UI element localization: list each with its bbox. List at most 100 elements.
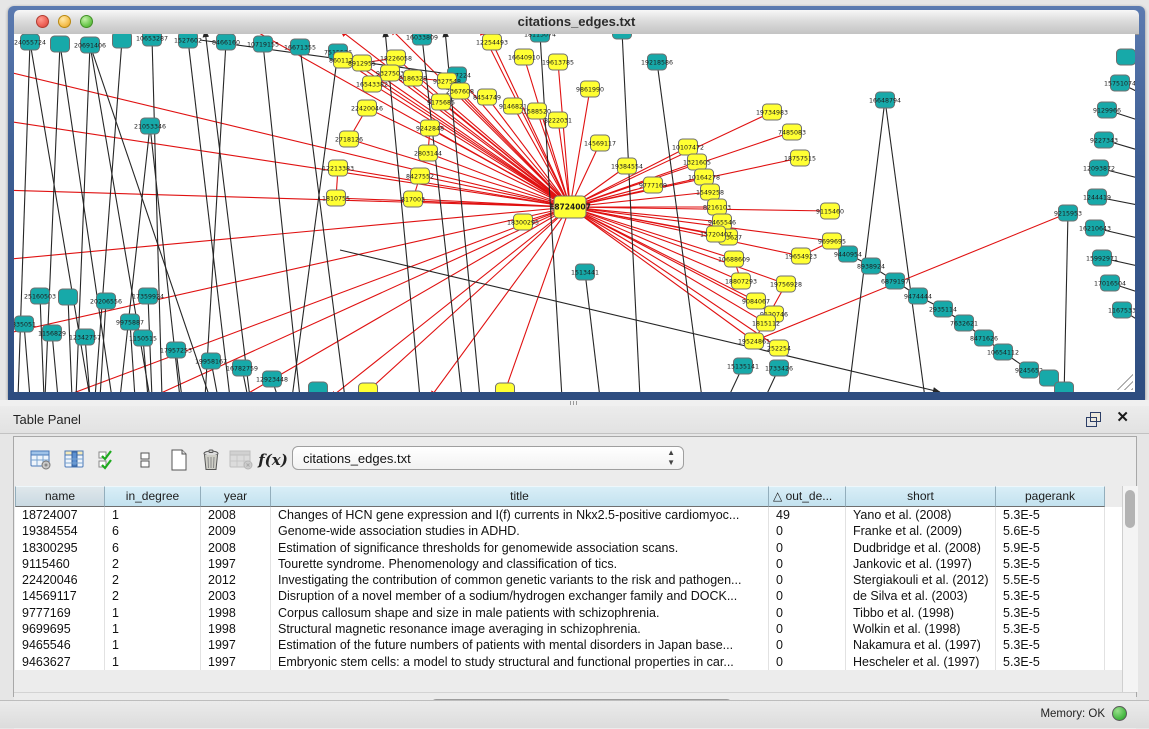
graph-node[interactable]: 10164278 bbox=[688, 169, 720, 185]
graph-node[interactable]: 20206556 bbox=[90, 293, 122, 309]
row-select-icon[interactable] bbox=[95, 447, 121, 473]
graph-node[interactable] bbox=[51, 36, 70, 52]
column-header-short[interactable]: short bbox=[846, 486, 996, 507]
graph-node[interactable]: 835051 bbox=[14, 316, 36, 332]
graph-node[interactable]: 20691406 bbox=[74, 37, 106, 53]
graph-node[interactable] bbox=[359, 383, 378, 392]
column-header-out_de[interactable]: △ out_de... bbox=[769, 486, 846, 507]
graph-node[interactable]: 8454749 bbox=[473, 89, 501, 105]
graph-node[interactable]: 9227343 bbox=[1090, 132, 1118, 148]
graph-node[interactable]: 18757515 bbox=[784, 150, 816, 166]
graph-node[interactable]: 19384554 bbox=[611, 158, 643, 174]
graph-node[interactable]: 21053346 bbox=[134, 118, 166, 134]
graph-node[interactable] bbox=[496, 383, 515, 392]
graph-node[interactable]: 14569117 bbox=[584, 135, 616, 151]
table-settings-icon[interactable] bbox=[28, 447, 54, 473]
graph-node[interactable]: 9245652 bbox=[1015, 362, 1043, 378]
split-pane-handle-icon[interactable] bbox=[570, 401, 579, 405]
graph-node[interactable]: 18113074 bbox=[524, 34, 556, 42]
graph-node[interactable]: 1150515 bbox=[129, 330, 157, 346]
column-header-year[interactable]: year bbox=[201, 486, 271, 507]
graph-node[interactable]: 16640910 bbox=[508, 49, 540, 65]
graph-node[interactable]: 18807293 bbox=[725, 273, 757, 289]
graph-node[interactable]: 15992971 bbox=[1086, 250, 1118, 266]
function-builder-icon[interactable]: f(x) bbox=[260, 447, 286, 473]
graph-node[interactable] bbox=[309, 382, 328, 392]
table-row[interactable]: 1456911722003Disruption of a novel membe… bbox=[15, 588, 1122, 604]
graph-node[interactable]: 10653287 bbox=[136, 34, 168, 46]
graph-node[interactable] bbox=[1117, 49, 1136, 65]
graph-node[interactable]: 15135141 bbox=[727, 358, 759, 374]
graph-node[interactable]: 10688609 bbox=[718, 251, 750, 267]
graph-node[interactable] bbox=[1055, 382, 1074, 392]
graph-node[interactable]: 19613785 bbox=[542, 54, 574, 70]
graph-node[interactable]: 817003 bbox=[401, 191, 425, 207]
column-visibility-icon[interactable] bbox=[62, 447, 88, 473]
graph-node[interactable]: 1527602 bbox=[174, 34, 202, 48]
graph-node[interactable]: 16648794 bbox=[869, 92, 901, 108]
graph-node[interactable]: 17016504 bbox=[1094, 275, 1126, 291]
table-row[interactable]: 1938455462009Genome-wide association stu… bbox=[15, 523, 1122, 539]
graph-node[interactable]: 24055724 bbox=[14, 34, 46, 50]
graph-node[interactable]: 8427552 bbox=[406, 168, 434, 184]
graph-node[interactable]: 18724007 bbox=[549, 196, 591, 218]
graph-node[interactable]: 12093872 bbox=[1083, 160, 1115, 176]
table-row[interactable]: 1872400712008Changes of HCN gene express… bbox=[15, 507, 1122, 523]
graph-node[interactable] bbox=[59, 289, 78, 305]
graph-node[interactable]: 17957253 bbox=[160, 342, 192, 358]
graph-node[interactable]: 1810755 bbox=[322, 190, 350, 206]
table-row[interactable]: 946554611997Estimation of the future num… bbox=[15, 637, 1122, 653]
graph-node[interactable]: 16782759 bbox=[226, 360, 258, 376]
graph-node[interactable]: 8466160 bbox=[212, 34, 240, 50]
graph-node[interactable]: 9975887 bbox=[116, 314, 144, 330]
table-row[interactable]: 977716911998Corpus callosum shape and si… bbox=[15, 605, 1122, 621]
graph-node[interactable]: 12254493 bbox=[476, 34, 508, 50]
scrollbar-thumb[interactable] bbox=[1125, 490, 1135, 528]
graph-node[interactable]: 16033809 bbox=[406, 34, 438, 45]
graph-node[interactable]: 16210643 bbox=[1079, 220, 1111, 236]
graph-node[interactable]: 8471626 bbox=[970, 330, 998, 346]
graph-node[interactable]: 18226058 bbox=[380, 50, 412, 66]
table-row[interactable]: 969969511998Structural magnetic resonanc… bbox=[15, 621, 1122, 637]
column-header-title[interactable]: title bbox=[271, 486, 769, 507]
graph-node[interactable]: 9115460 bbox=[816, 203, 844, 219]
table-row[interactable]: 911546021997Tourette syndrome. Phenomeno… bbox=[15, 556, 1122, 572]
graph-node[interactable]: 12342757 bbox=[69, 329, 101, 345]
graph-node[interactable]: 1167533 bbox=[1108, 302, 1135, 318]
graph-node[interactable]: 9861990 bbox=[576, 81, 604, 97]
graph-node[interactable]: 7485083 bbox=[778, 124, 806, 140]
vertical-scrollbar[interactable] bbox=[1122, 486, 1138, 692]
graph-node[interactable]: 19756928 bbox=[770, 276, 802, 292]
citation-network-graph[interactable]: 24055724 20691406 10653287 1527602 8466160 10… bbox=[14, 34, 1135, 392]
graph-node[interactable]: 19524861 bbox=[738, 333, 770, 349]
close-panel-icon[interactable]: ✕ bbox=[1116, 410, 1129, 426]
column-header-pagerank[interactable]: pagerank bbox=[996, 486, 1105, 507]
graph-node[interactable]: 10654112 bbox=[987, 344, 1019, 360]
graph-node[interactable]: 1549258 bbox=[696, 184, 724, 200]
new-table-icon[interactable] bbox=[166, 447, 192, 473]
graph-node[interactable]: 8813054 bbox=[608, 34, 636, 39]
graph-node[interactable]: 1244419 bbox=[1083, 189, 1111, 205]
graph-node[interactable]: 8216103 bbox=[703, 199, 731, 215]
graph-node[interactable]: 9215953 bbox=[1054, 205, 1082, 221]
graph-node[interactable]: 2718126 bbox=[335, 131, 363, 147]
graph-node[interactable]: 7632621 bbox=[950, 315, 978, 331]
rows-icon[interactable] bbox=[132, 447, 158, 473]
network-window-titlebar[interactable]: citations_edges.txt bbox=[14, 10, 1139, 35]
table-row[interactable]: 1830029562008Estimation of significance … bbox=[15, 540, 1122, 556]
float-panel-icon[interactable] bbox=[1086, 412, 1101, 426]
column-header-in_degree[interactable]: in_degree bbox=[105, 486, 201, 507]
column-header-name[interactable]: name bbox=[15, 486, 105, 507]
graph-node[interactable]: 2803144 bbox=[414, 145, 442, 161]
graph-node[interactable] bbox=[113, 34, 132, 48]
graph-node[interactable]: 1733426 bbox=[765, 360, 793, 376]
delete-column-icon[interactable] bbox=[228, 447, 254, 473]
table-selector-dropdown[interactable]: citations_edges.txt ▲▼ bbox=[292, 446, 684, 470]
graph-node[interactable]: 252254 bbox=[767, 340, 791, 356]
memory-ok-indicator-icon[interactable] bbox=[1112, 706, 1127, 721]
network-view-canvas[interactable]: 24055724 20691406 10653287 1527602 8466160 10… bbox=[14, 34, 1135, 392]
graph-node[interactable]: 9129966 bbox=[1093, 102, 1121, 118]
table-row[interactable]: 2242004622012Investigating the contribut… bbox=[15, 572, 1122, 588]
delete-table-icon[interactable] bbox=[198, 447, 224, 473]
table-row[interactable]: 946362711997Embryonic stem cells: a mode… bbox=[15, 654, 1122, 670]
